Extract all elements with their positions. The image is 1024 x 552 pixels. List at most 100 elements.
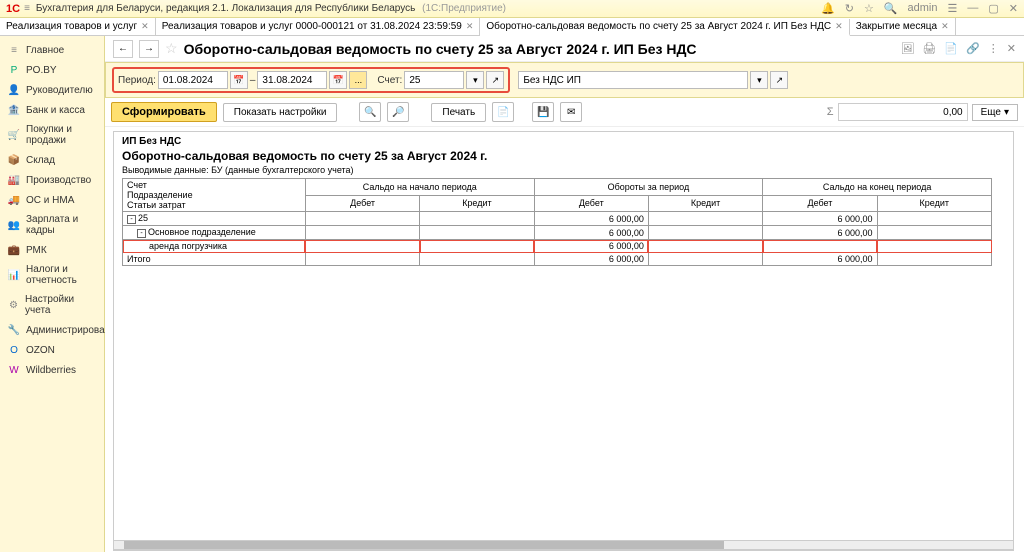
sidebar-item-10[interactable]: 📊Налоги и отчетность (0, 260, 104, 290)
tree-toggle-icon[interactable]: - (127, 215, 136, 224)
more-button[interactable]: Еще▾ (972, 104, 1018, 121)
app-logo: 1С (6, 3, 20, 15)
generate-button[interactable]: Сформировать (111, 102, 217, 122)
calendar-icon[interactable]: 📅 (230, 71, 248, 89)
sidebar-item-8[interactable]: 👥Зарплата и кадры (0, 210, 104, 240)
print-button[interactable]: Печать (431, 103, 486, 122)
print-icon[interactable]: 🖨 (922, 42, 936, 55)
tree-toggle-icon[interactable]: - (137, 229, 146, 238)
sidebar-icon: 💼 (8, 244, 20, 256)
sidebar-icon: 👥 (8, 219, 20, 231)
sidebar-item-label: Wildberries (26, 365, 76, 376)
sidebar-item-label: Руководителю (26, 85, 93, 96)
open-icon[interactable]: ↗ (770, 71, 788, 89)
star-icon[interactable]: ☆ (864, 2, 874, 15)
tab-2[interactable]: Оборотно-сальдовая ведомость по счету 25… (480, 19, 849, 36)
report-area: ИП Без НДС Оборотно-сальдовая ведомость … (105, 126, 1024, 552)
sidebar-item-6[interactable]: 🏭 Производство (0, 170, 104, 190)
close-icon[interactable]: ✕ (1009, 2, 1018, 15)
open-icon[interactable]: ↗ (486, 71, 504, 89)
sum-icon: Σ (827, 106, 834, 118)
sidebar-item-label: Главное (26, 45, 64, 56)
page-title: Оборотно-сальдовая ведомость по счету 25… (184, 41, 697, 57)
sidebar-item-7[interactable]: 🚚ОС и НМА (0, 190, 104, 210)
sidebar-icon: P (8, 64, 20, 76)
user-label[interactable]: admin (908, 2, 938, 15)
sum-display (838, 103, 968, 121)
show-settings-button[interactable]: Показать настройки (223, 103, 338, 122)
close-page-icon[interactable]: ✕ (1007, 42, 1016, 55)
sidebar-icon: 🔧 (8, 324, 20, 336)
sidebar-item-label: Настройки учета (25, 294, 96, 316)
save-icon[interactable]: 💾 (532, 102, 554, 122)
sidebar-item-11[interactable]: ⚙ Настройки учета (0, 290, 104, 320)
back-button[interactable]: ← (113, 40, 133, 58)
sidebar-icon: ≡ (8, 44, 20, 56)
org-input[interactable] (518, 71, 748, 89)
dropdown-icon[interactable]: ▾ (466, 71, 484, 89)
sidebar-item-label: РМК (26, 245, 47, 256)
more-icon[interactable]: ⋮ (988, 42, 999, 55)
page-setup-icon[interactable]: 📄 (492, 102, 514, 122)
sidebar-item-label: PO.BY (26, 65, 57, 76)
title-bar: 1С ≡ Бухгалтерия для Беларуси, редакция … (0, 0, 1024, 18)
period-picker-button[interactable]: ... (349, 71, 367, 89)
sidebar-item-9[interactable]: 💼 РМК (0, 240, 104, 260)
zoom-in-icon[interactable]: 🔍 (359, 102, 381, 122)
sidebar-item-5[interactable]: 📦Склад (0, 150, 104, 170)
sidebar-item-0[interactable]: ≡ Главное (0, 40, 104, 60)
page-header: ← → ☆ Оборотно-сальдовая ведомость по сч… (105, 36, 1024, 62)
sidebar-icon: 👤 (8, 84, 20, 96)
sidebar-icon: 🏭 (8, 174, 20, 186)
sidebar-item-14[interactable]: W Wildberries (0, 360, 104, 380)
menu-icon[interactable]: ☰ (948, 2, 958, 15)
sidebar-item-1[interactable]: P PO.BY (0, 60, 104, 80)
report-table: Счет Подразделение Статьи затрат Сальдо … (122, 178, 992, 266)
tab-close-icon[interactable]: ✕ (141, 21, 149, 32)
doc-icon[interactable]: 📄 (944, 42, 958, 55)
forward-button[interactable]: → (139, 40, 159, 58)
tab-0[interactable]: Реализация товаров и услуг✕ (0, 18, 156, 35)
tab-3[interactable]: Закрытие месяца✕ (850, 18, 956, 35)
sidebar-icon: 🛒 (8, 129, 20, 141)
table-row[interactable]: аренда погрузчика6 000,00 (123, 240, 992, 253)
account-input[interactable] (404, 71, 464, 89)
zoom-out-icon[interactable]: 🔎 (387, 102, 409, 122)
table-row[interactable]: Итого6 000,006 000,00 (123, 253, 992, 266)
sidebar-item-3[interactable]: 🏦Банк и касса (0, 100, 104, 120)
email-icon[interactable]: ✉ (560, 102, 582, 122)
hamburger-icon[interactable]: ≡ (24, 3, 30, 14)
tab-close-icon[interactable]: ✕ (941, 21, 949, 32)
sidebar-icon: W (8, 364, 20, 376)
tab-1[interactable]: Реализация товаров и услуг 0000-000121 о… (156, 18, 481, 35)
account-label: Счет: (377, 75, 402, 86)
dropdown-icon[interactable]: ▾ (750, 71, 768, 89)
horizontal-scrollbar[interactable] (113, 540, 1014, 550)
sidebar-item-label: Производство (26, 175, 91, 186)
calendar-icon[interactable]: 📅 (329, 71, 347, 89)
link-icon[interactable]: 🔗 (966, 42, 980, 55)
search-icon[interactable]: 🔍 (884, 2, 898, 15)
maximize-icon[interactable]: ▢ (988, 2, 998, 15)
minimize-icon[interactable]: — (967, 2, 978, 15)
tab-close-icon[interactable]: ✕ (466, 21, 474, 32)
image-icon[interactable]: 🖼 (900, 42, 914, 55)
sidebar-icon: ⚙ (8, 299, 19, 311)
sidebar-item-12[interactable]: 🔧Администрирование (0, 320, 104, 340)
date-to-input[interactable] (257, 71, 327, 89)
toolbar: Сформировать Показать настройки 🔍 🔎 Печа… (105, 98, 1024, 126)
tab-close-icon[interactable]: ✕ (835, 21, 843, 32)
sidebar-item-4[interactable]: 🛒 Покупки и продажи (0, 120, 104, 150)
history-icon[interactable]: ↻ (845, 2, 854, 15)
favorite-icon[interactable]: ☆ (165, 40, 178, 57)
period-label: Период: (118, 75, 156, 86)
bell-icon[interactable]: 🔔 (821, 2, 835, 15)
date-from-input[interactable] (158, 71, 228, 89)
sidebar-item-2[interactable]: 👤 Руководителю (0, 80, 104, 100)
sidebar-item-label: Покупки и продажи (26, 124, 96, 146)
sidebar-item-13[interactable]: OOZON (0, 340, 104, 360)
table-row[interactable]: -256 000,006 000,00 (123, 212, 992, 226)
sidebar-item-label: Налоги и отчетность (26, 264, 96, 286)
app-title: Бухгалтерия для Беларуси, редакция 2.1. … (36, 3, 821, 14)
table-row[interactable]: -Основное подразделение6 000,006 000,00 (123, 226, 992, 240)
